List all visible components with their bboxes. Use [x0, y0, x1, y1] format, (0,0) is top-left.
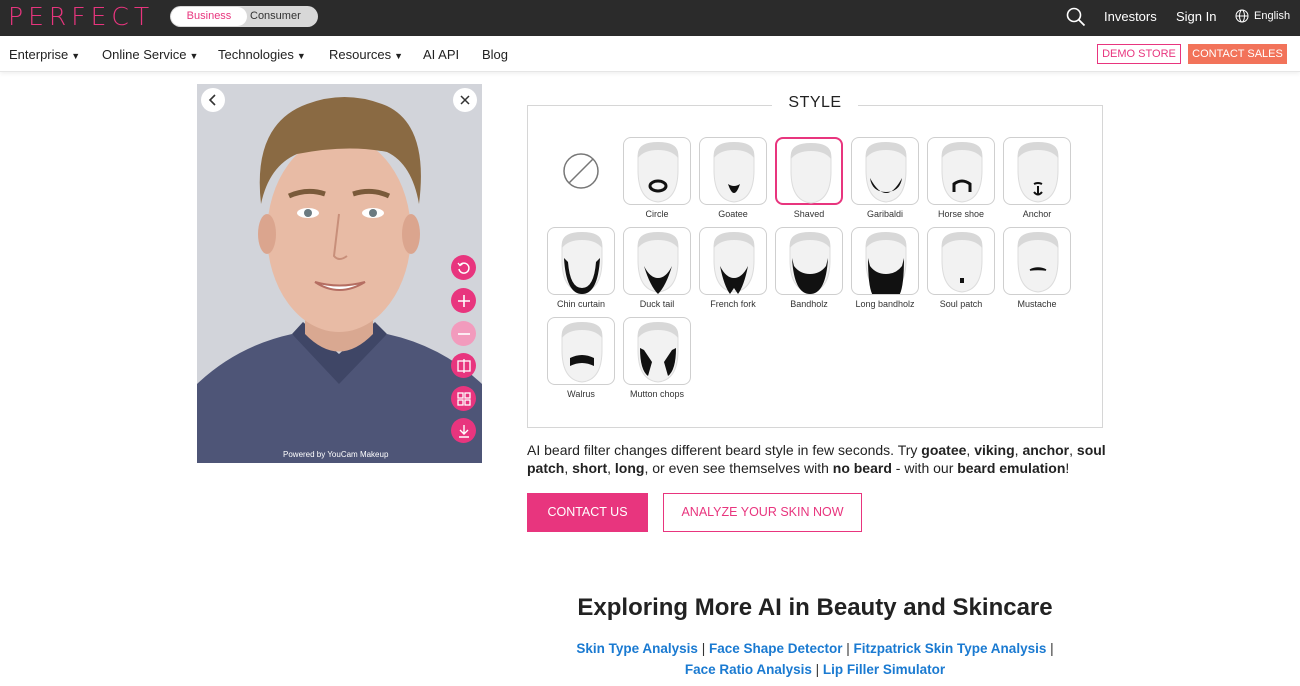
link-fitzpatrick[interactable]: Fitzpatrick Skin Type Analysis: [854, 641, 1047, 656]
zoom-out-icon[interactable]: [451, 321, 476, 346]
beard-style-bandholz[interactable]: [775, 227, 843, 295]
caret-down-icon: ▼: [394, 51, 404, 61]
nav-resources[interactable]: Resources ▼: [329, 47, 403, 62]
link-face-shape-detector[interactable]: Face Shape Detector: [709, 641, 843, 656]
long-bandholz-beard-icon: [865, 232, 907, 294]
powered-by-label: Powered by YouCam Makeup: [283, 450, 389, 459]
shaved-beard-icon: [790, 143, 832, 204]
beard-style-label: Mutton chops: [629, 389, 685, 399]
zoom-in-icon[interactable]: [451, 288, 476, 313]
language-selector[interactable]: English: [1254, 10, 1290, 22]
search-icon[interactable]: [1066, 7, 1086, 27]
close-icon[interactable]: [453, 88, 477, 112]
explore-links: Skin Type Analysis | Face Shape Detector…: [576, 641, 1054, 677]
anchor-beard-icon: [1017, 142, 1059, 203]
duck-tail-beard-icon: [637, 232, 679, 294]
horse-shoe-beard-icon: [941, 142, 983, 203]
download-icon[interactable]: [451, 418, 476, 443]
audience-toggle[interactable]: Business Consumer: [170, 6, 318, 27]
beard-style-soul-patch[interactable]: [927, 227, 995, 295]
garibaldi-beard-icon: [865, 142, 907, 203]
mustache-beard-icon: [1017, 232, 1059, 293]
beard-style-goatee[interactable]: [699, 137, 767, 205]
back-icon[interactable]: [201, 88, 225, 112]
beard-style-walrus[interactable]: [547, 317, 615, 385]
portrait-image: [197, 84, 482, 463]
sign-in-link[interactable]: Sign In: [1176, 9, 1216, 24]
beard-style-mutton-chops[interactable]: [623, 317, 691, 385]
globe-icon: [1235, 9, 1249, 23]
circle-beard-icon: [637, 142, 679, 203]
segment-consumer[interactable]: Consumer: [250, 7, 314, 26]
link-skin-type-analysis[interactable]: Skin Type Analysis: [576, 641, 698, 656]
nav-technologies[interactable]: Technologies ▼: [218, 47, 306, 62]
beard-style-mustache[interactable]: [1003, 227, 1071, 295]
analyze-skin-button[interactable]: ANALYZE YOUR SKIN NOW: [663, 493, 862, 532]
beard-style-shaved[interactable]: [775, 137, 843, 205]
perfect-logo[interactable]: PERFECT: [8, 2, 154, 31]
beard-style-horse-shoe[interactable]: [927, 137, 995, 205]
chin-curtain-beard-icon: [561, 232, 603, 294]
main-nav: Enterprise ▼ Online Service ▼ Technologies…: [0, 36, 1300, 72]
nav-enterprise[interactable]: Enterprise ▼: [9, 47, 80, 62]
beard-style-circle[interactable]: [623, 137, 691, 205]
beard-style-garibaldi[interactable]: [851, 137, 919, 205]
description-text: AI beard filter changes different beard …: [527, 442, 1106, 476]
photo-preview[interactable]: Powered by YouCam Makeup: [197, 84, 482, 463]
french-fork-beard-icon: [713, 232, 755, 294]
caret-down-icon: ▼: [189, 51, 199, 61]
compare-icon[interactable]: [451, 353, 476, 378]
beard-style-long-bandholz[interactable]: [851, 227, 919, 295]
link-lip-filler-simulator[interactable]: Lip Filler Simulator: [823, 662, 945, 677]
walrus-beard-icon: [561, 322, 603, 383]
investors-link[interactable]: Investors: [1104, 9, 1157, 24]
caret-down-icon: ▼: [71, 51, 81, 61]
beard-style-chin-curtain[interactable]: [547, 227, 615, 295]
segment-business[interactable]: Business: [171, 7, 247, 26]
caret-down-icon: ▼: [296, 51, 306, 61]
nav-blog[interactable]: Blog: [482, 47, 508, 62]
nav-ai-api[interactable]: AI API: [423, 47, 459, 62]
beard-style-label: Mustache: [1017, 299, 1057, 309]
grid-view-icon[interactable]: [451, 386, 476, 411]
explore-title: Exploring More AI in Beauty and Skincare: [577, 594, 1053, 621]
top-bar: PERFECT Business Consumer Investors Sign…: [0, 0, 1300, 36]
bandholz-beard-icon: [789, 232, 831, 294]
goatee-beard-icon: [713, 142, 755, 203]
beard-style-anchor[interactable]: [1003, 137, 1071, 205]
nav-online-service[interactable]: Online Service ▼: [102, 47, 198, 62]
style-title: STYLE: [772, 94, 858, 112]
contact-us-button[interactable]: CONTACT US: [527, 493, 648, 532]
contact-sales-button[interactable]: CONTACT SALES: [1188, 44, 1287, 64]
no-beard-icon[interactable]: [562, 152, 600, 190]
mutton-chops-beard-icon: [637, 322, 679, 383]
beard-style-label: Anchor: [1022, 209, 1052, 219]
reset-icon[interactable]: [451, 255, 476, 280]
link-face-ratio-analysis[interactable]: Face Ratio Analysis: [685, 662, 812, 677]
beard-style-duck-tail[interactable]: [623, 227, 691, 295]
beard-style-french-fork[interactable]: [699, 227, 767, 295]
demo-store-button[interactable]: DEMO STORE: [1097, 44, 1181, 64]
soul-patch-beard-icon: [941, 232, 983, 293]
